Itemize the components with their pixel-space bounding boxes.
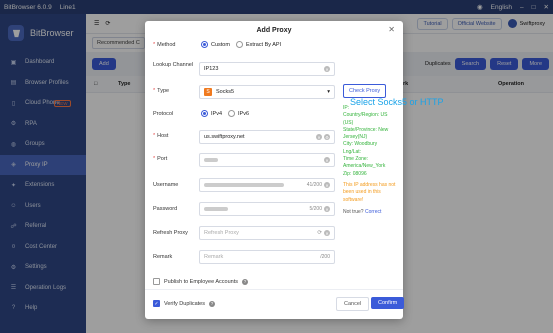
footer-divider <box>145 289 403 290</box>
password-row: Password <box>153 206 201 212</box>
password-label: Password <box>153 206 178 212</box>
password-counter: 5/200 <box>309 206 322 212</box>
password-input[interactable]: 5/200 ✕ <box>199 202 335 216</box>
result-warning: This IP address has not been used in thi… <box>343 181 396 203</box>
protocol-label: Protocol <box>153 110 174 117</box>
result-country-cont: (US) <box>343 119 354 126</box>
username-input[interactable]: 41/200 ✕ <box>199 178 335 192</box>
result-city: City: Woodbury <box>343 141 378 148</box>
method-api-radio[interactable]: Extract By API <box>235 41 281 48</box>
port-row: * Port <box>153 156 168 162</box>
cancel-button[interactable]: Cancel <box>336 297 370 311</box>
remark-input[interactable]: Remark/200 <box>199 250 335 264</box>
clear-icon[interactable]: ✕ <box>324 182 330 188</box>
dialog-title: Add Proxy <box>256 27 292 34</box>
remark-row: Remark <box>153 254 201 260</box>
check-proxy-button[interactable]: Check Proxy <box>343 84 387 98</box>
refresh-icon[interactable]: ⟳ <box>317 230 322 236</box>
type-row: * Type <box>153 88 170 94</box>
host-row: * Host <box>153 133 169 139</box>
redacted-value <box>204 183 284 187</box>
clear-icon[interactable]: ✕ <box>316 134 322 140</box>
redacted-value <box>204 207 228 211</box>
not-true-line: Not true? Correct <box>343 208 382 215</box>
refresh-row: Refresh Proxy <box>153 230 201 236</box>
method-row: * Method Custom Extract By API <box>153 41 282 48</box>
remark-label: Remark <box>153 254 173 260</box>
clear-icon[interactable]: ✕ <box>324 230 330 236</box>
username-label: Username <box>153 182 179 188</box>
host-input[interactable]: us.swiftproxy.net ✕ ⚙ <box>199 130 335 144</box>
clear-icon[interactable]: ✕ <box>324 157 330 163</box>
settings-small-icon[interactable]: ⚙ <box>324 134 330 140</box>
lookup-label: Lookup Channel <box>153 62 194 68</box>
result-state: State/Province: New Jersey(NJ) <box>343 126 389 141</box>
remark-counter: /200 <box>320 254 330 260</box>
clear-icon[interactable]: ✕ <box>324 206 330 212</box>
type-select[interactable]: S Socks5 ▾ <box>199 85 335 99</box>
protocol-row: Protocol IPv4 IPv6 <box>153 110 255 117</box>
confirm-button[interactable]: Confirm <box>371 297 405 309</box>
chevron-down-icon: ▾ <box>327 89 330 95</box>
add-proxy-dialog: Add Proxy ✕ * Method Custom Extract By AP… <box>145 21 444 319</box>
protocol-ipv4-radio[interactable]: IPv4 <box>201 110 222 117</box>
publish-employee-checkbox[interactable]: Publish to Employee Accounts? <box>153 278 248 285</box>
socks5-icon: S <box>204 88 212 96</box>
result-ip: IP: <box>343 105 350 111</box>
check-result: IP: Country/Region: US (US) State/Provin… <box>343 105 401 216</box>
close-icon[interactable]: ✕ <box>388 25 395 34</box>
refresh-proxy-input[interactable]: Refresh Proxy ⟳ ✕ <box>199 226 335 240</box>
help-icon[interactable]: ? <box>208 300 215 307</box>
port-input[interactable]: ✕ <box>199 153 335 167</box>
redacted-value <box>204 158 218 162</box>
username-row: Username <box>153 182 201 188</box>
verify-duplicates-checkbox[interactable]: ✓ Verify Duplicates? <box>153 300 215 307</box>
lookup-channel-select[interactable]: IP123 ✕ <box>199 62 335 76</box>
result-timezone: Time Zone: America/New_York <box>343 156 386 170</box>
result-country: Country/Region: US <box>343 112 388 119</box>
protocol-ipv6-radio[interactable]: IPv6 <box>228 110 249 117</box>
correct-link[interactable]: Correct <box>365 209 381 215</box>
refresh-label: Refresh Proxy <box>153 230 188 236</box>
result-zip: Zip: 08096 <box>343 170 367 177</box>
result-lnglat: Lng/Lat: <box>343 148 362 155</box>
clear-icon[interactable]: ✕ <box>324 66 330 72</box>
username-counter: 41/200 <box>306 182 322 188</box>
lookup-row: Lookup Channel <box>153 62 201 68</box>
help-icon[interactable]: ? <box>242 278 248 285</box>
method-custom-radio[interactable]: Custom <box>201 41 230 48</box>
